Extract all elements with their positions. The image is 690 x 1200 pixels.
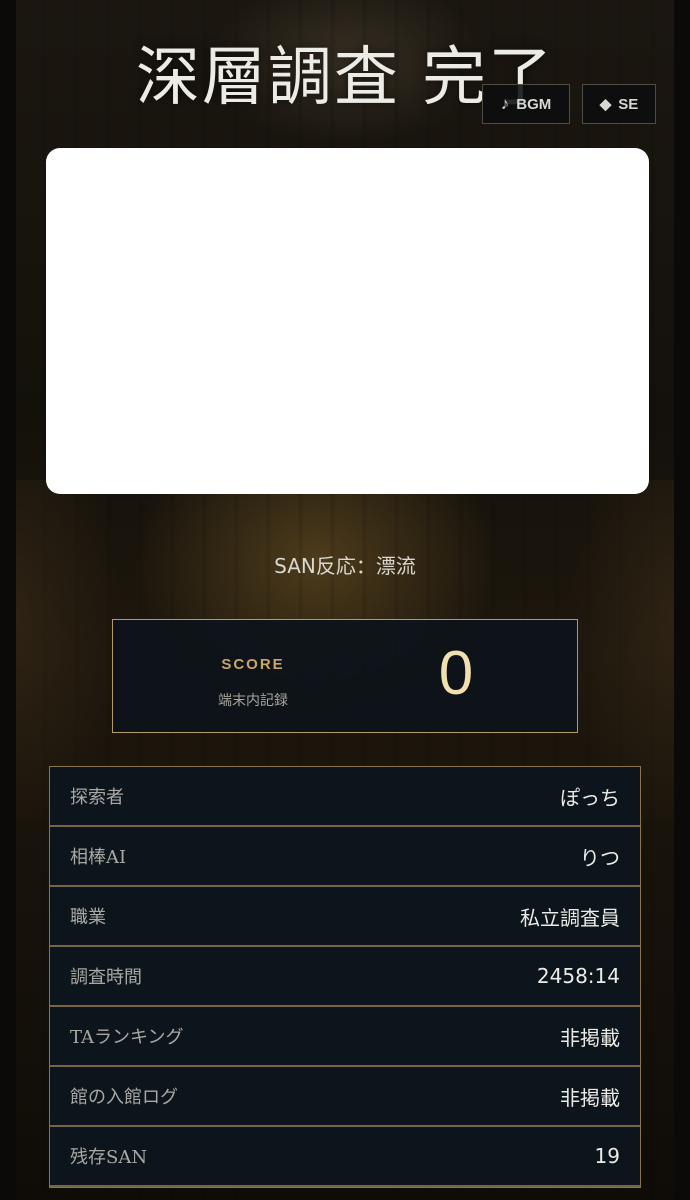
score-box: SCORE 端末内記録 0 — [112, 619, 578, 733]
info-value: 19 — [594, 1144, 620, 1168]
info-row-entry-log: 館の入館ログ 非掲載 — [50, 1067, 640, 1127]
san-reaction-text: SAN反応：漂流 — [274, 554, 416, 578]
info-value: 非掲載 — [560, 1025, 620, 1050]
info-row-partner-ai: 相棒AI りつ — [50, 827, 640, 887]
info-label: 探索者 — [70, 787, 124, 808]
result-info-table: 探索者 ぽっち 相棒AI りつ 職業 私立調査員 調査時間 2458:14 TA… — [49, 766, 641, 1188]
music-note-icon: ♪ — [500, 94, 510, 113]
diamond-icon: ◆ — [599, 96, 612, 113]
info-value: ぽっち — [560, 785, 620, 810]
info-label: 残存SAN — [70, 1147, 148, 1168]
info-value: 私立調査員 — [520, 905, 620, 930]
info-row-ta-ranking: TAランキング 非掲載 — [50, 1007, 640, 1067]
score-value: 0 — [438, 639, 474, 708]
score-label: SCORE — [221, 656, 285, 673]
bgm-toggle-button[interactable]: ♪ BGM — [482, 84, 570, 124]
info-row-remaining-san: 残存SAN 19 — [50, 1127, 640, 1187]
score-sub-label: 端末内記録 — [218, 693, 288, 709]
info-row-explorer: 探索者 ぽっち — [50, 767, 640, 827]
info-row-occupation: 職業 私立調査員 — [50, 887, 640, 947]
info-value: りつ — [579, 845, 620, 870]
info-label: 調査時間 — [70, 967, 142, 988]
info-row-investigation-time: 調査時間 2458:14 — [50, 947, 640, 1007]
bgm-label: BGM — [516, 95, 552, 113]
se-label: SE — [618, 95, 639, 113]
info-label: 職業 — [70, 907, 106, 928]
info-label: 相棒AI — [70, 847, 127, 868]
result-image-panel — [46, 148, 649, 494]
info-label: 館の入館ログ — [70, 1087, 178, 1108]
info-value: 2458:14 — [536, 964, 620, 988]
se-toggle-button[interactable]: ◆ SE — [582, 84, 656, 124]
info-label: TAランキング — [70, 1027, 184, 1048]
info-value: 非掲載 — [560, 1085, 620, 1110]
